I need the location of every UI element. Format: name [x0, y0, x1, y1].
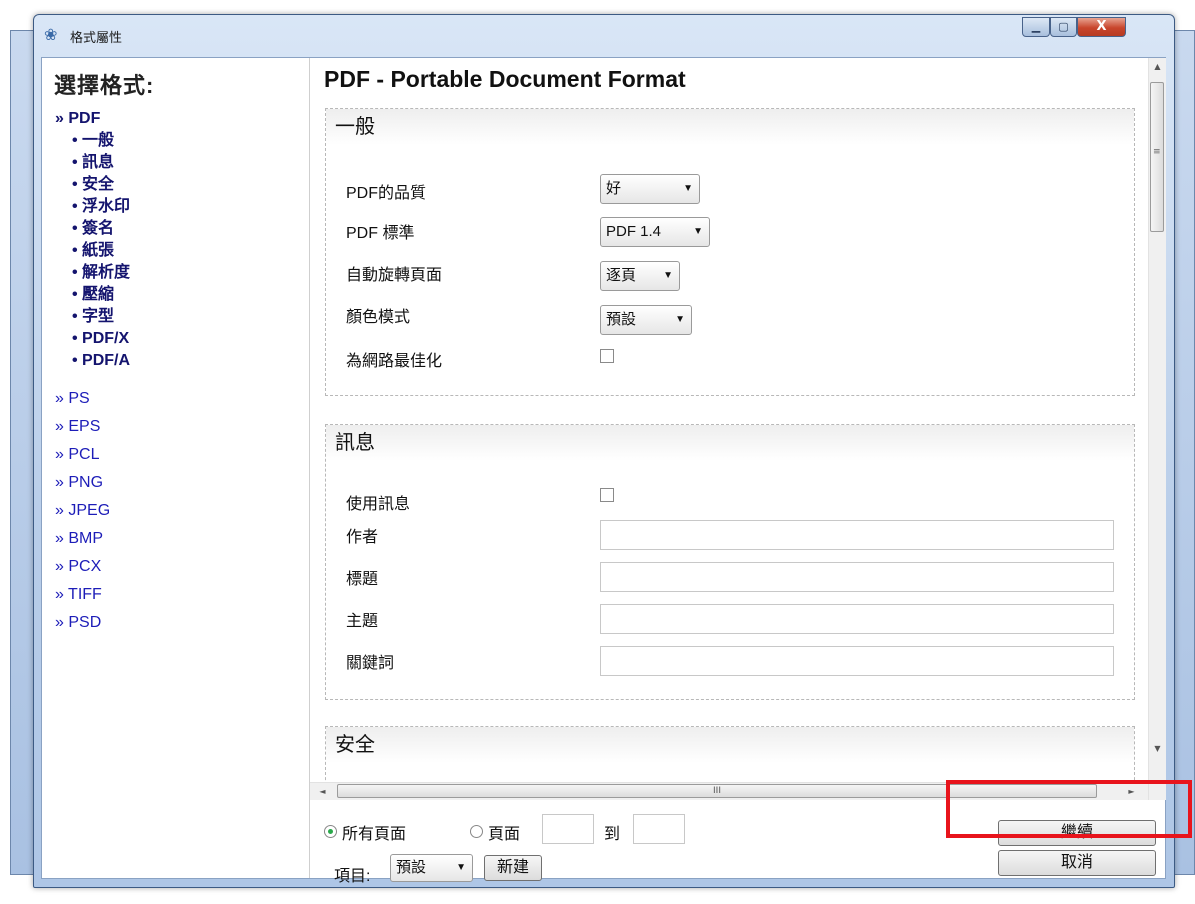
author-label: 作者 [346, 529, 379, 546]
profile-value: 預設 [396, 859, 427, 876]
settings-scroll-area[interactable]: PDF - Portable Document Format 一般 PDF的品質… [310, 58, 1165, 800]
sidebar-subitem-fonts[interactable]: • 字型 [72, 309, 114, 325]
general-heading: 一般 [326, 109, 1134, 145]
sidebar-subitem-signature[interactable]: • 簽名 [72, 221, 114, 237]
highlight-annotation [946, 780, 1192, 838]
client-area: 選擇格式: » PDF • 一般 • 訊息 • 安全 • 浮水印 • 簽名 • … [41, 57, 1166, 885]
page-to-field[interactable] [633, 814, 685, 844]
sidebar-item-pdf[interactable]: » PDF [55, 110, 100, 128]
minimize-button[interactable]: ▁ [1022, 17, 1050, 37]
new-profile-button[interactable]: 新建 [484, 855, 542, 881]
sidebar-title: 選擇格式: [54, 73, 155, 98]
vertical-scroll-thumb[interactable]: ≡ [1150, 82, 1164, 232]
sidebar-item-psd[interactable]: » PSD [55, 614, 101, 632]
vertical-scrollbar[interactable]: ▲ ≡ ▼ [1148, 58, 1166, 800]
general-section: 一般 PDF的品質 好 ▼ PDF 標準 PDF 1.4 ▼ 自動旋轉頁面 逐頁 ▼ … [325, 108, 1135, 396]
chevron-down-icon: ▼ [456, 862, 466, 873]
format-sidebar: 選擇格式: » PDF • 一般 • 訊息 • 安全 • 浮水印 • 簽名 • … [42, 58, 310, 878]
page-to-label: 到 [604, 826, 621, 843]
page-title: PDF - Portable Document Format [324, 66, 686, 92]
use-info-checkbox[interactable] [600, 488, 614, 502]
sidebar-subitem-resolution[interactable]: • 解析度 [72, 265, 130, 281]
sidebar-item-jpeg[interactable]: » JPEG [55, 502, 110, 520]
sidebar-item-bmp[interactable]: » BMP [55, 530, 103, 548]
sidebar-subitem-pdfa[interactable]: • PDF/A [72, 353, 130, 369]
chevron-down-icon: ▼ [693, 226, 703, 237]
sidebar-subitem-general[interactable]: • 一般 [72, 133, 114, 149]
auto-rotate-label: 自動旋轉頁面 [346, 267, 443, 284]
keywords-field[interactable] [600, 646, 1114, 676]
auto-rotate-value: 逐頁 [606, 267, 637, 284]
format-properties-window: ❀ 格式屬性 ▁ ▢ X 選擇格式: » PDF • 一般 • 訊息 • 安全 … [33, 14, 1175, 888]
sidebar-subitem-paper[interactable]: • 紙張 [72, 243, 114, 259]
sidebar-item-ps[interactable]: » PS [55, 390, 90, 408]
chevron-down-icon: ▼ [683, 183, 693, 194]
subject-label: 主題 [346, 613, 379, 630]
author-field[interactable] [600, 520, 1114, 550]
pdf-quality-select[interactable]: 好 ▼ [600, 174, 700, 204]
title-bar[interactable]: ❀ 格式屬性 ▁ ▢ X [34, 15, 1174, 57]
sidebar-subitem-compression[interactable]: • 壓縮 [72, 287, 114, 303]
sidebar-item-pcl[interactable]: » PCL [55, 446, 99, 464]
pdf-quality-label: PDF的品質 [346, 185, 427, 202]
page-from-field[interactable] [542, 814, 594, 844]
color-mode-select[interactable]: 預設 ▼ [600, 305, 692, 335]
window-title: 格式屬性 [70, 31, 123, 46]
sidebar-item-eps[interactable]: » EPS [55, 418, 100, 436]
profile-label: 項目: [334, 868, 371, 885]
sidebar-item-tiff[interactable]: » TIFF [55, 586, 102, 604]
scroll-down-icon[interactable]: ▼ [1149, 740, 1166, 757]
pdf-standard-value: PDF 1.4 [606, 223, 662, 240]
maximize-button[interactable]: ▢ [1050, 17, 1077, 37]
app-icon: ❀ [44, 25, 58, 44]
web-optimize-checkbox[interactable] [600, 349, 614, 363]
title-field[interactable] [600, 562, 1114, 592]
pdf-standard-label: PDF 標準 [346, 225, 415, 242]
sidebar-subitem-info[interactable]: • 訊息 [72, 155, 114, 171]
cancel-button[interactable]: 取消 [998, 850, 1156, 876]
sidebar-subitem-security[interactable]: • 安全 [72, 177, 114, 193]
pdf-standard-select[interactable]: PDF 1.4 ▼ [600, 217, 710, 247]
sidebar-item-png[interactable]: » PNG [55, 474, 103, 492]
chevron-down-icon: ▼ [675, 314, 685, 325]
scroll-left-icon[interactable]: ◄ [314, 783, 331, 800]
info-section: 訊息 使用訊息 作者 標題 主題 關鍵詞 [325, 424, 1135, 700]
subject-field[interactable] [600, 604, 1114, 634]
pdf-quality-value: 好 [606, 180, 622, 197]
sidebar-subitem-watermark[interactable]: • 浮水印 [72, 199, 130, 215]
security-heading: 安全 [326, 727, 1134, 763]
scroll-up-icon[interactable]: ▲ [1149, 58, 1166, 75]
sidebar-subitem-pdfx[interactable]: • PDF/X [72, 331, 129, 347]
chevron-down-icon: ▼ [663, 270, 673, 281]
all-pages-radio[interactable] [324, 825, 337, 838]
profile-select[interactable]: 預設 ▼ [390, 854, 473, 882]
close-button[interactable]: X [1077, 17, 1126, 37]
sidebar-item-pcx[interactable]: » PCX [55, 558, 101, 576]
use-info-label: 使用訊息 [346, 496, 411, 513]
color-mode-label: 顏色模式 [346, 309, 411, 326]
web-optimize-label: 為網路最佳化 [346, 353, 443, 370]
color-mode-value: 預設 [606, 311, 637, 328]
keywords-label: 關鍵詞 [346, 655, 395, 672]
page-range-label: 頁面 [488, 826, 521, 843]
info-heading: 訊息 [326, 425, 1134, 461]
page-range-radio[interactable] [470, 825, 483, 838]
grip-icon: ≡ [1153, 147, 1161, 157]
all-pages-label: 所有頁面 [342, 826, 407, 843]
title-label: 標題 [346, 571, 379, 588]
auto-rotate-select[interactable]: 逐頁 ▼ [600, 261, 680, 291]
